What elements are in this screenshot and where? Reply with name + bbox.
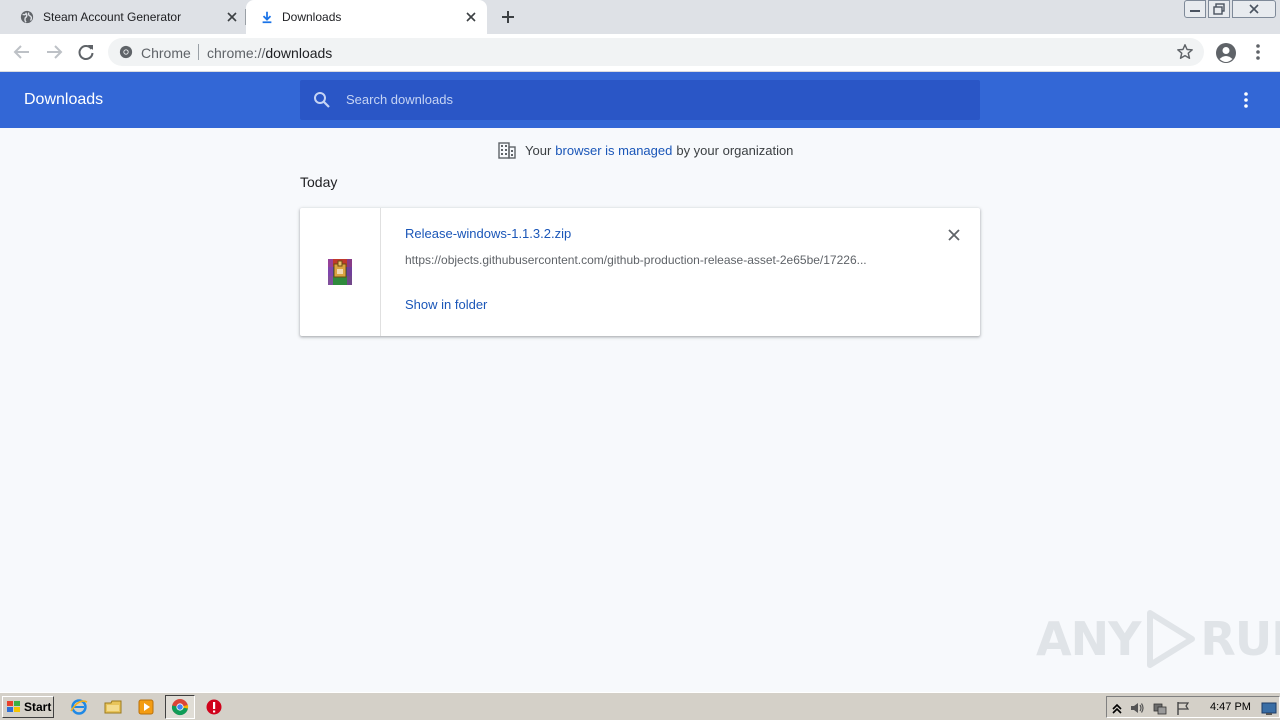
start-button[interactable]: Start	[2, 696, 54, 718]
close-icon	[1249, 4, 1259, 14]
url-scheme: chrome://	[207, 45, 266, 61]
minimize-icon	[1190, 10, 1200, 12]
media-player-icon[interactable]	[137, 698, 155, 716]
restore-button[interactable]	[1208, 0, 1230, 18]
file-icon-column	[300, 208, 381, 336]
action-center-flag-icon[interactable]	[1175, 700, 1191, 716]
omnibox-separator	[198, 44, 199, 60]
download-icon	[262, 11, 272, 24]
watermark-right-text: RUN	[1200, 612, 1280, 666]
play-logo-icon	[1147, 610, 1196, 668]
network-icon[interactable]	[1152, 700, 1168, 716]
chrome-icon	[119, 45, 133, 59]
date-heading: Today	[300, 174, 338, 190]
search-icon	[314, 92, 330, 108]
browser-toolbar: Chrome chrome://downloads	[0, 34, 1280, 72]
tab-downloads[interactable]: Downloads	[246, 0, 487, 34]
address-bar[interactable]: Chrome chrome://downloads	[108, 38, 1204, 66]
show-desktop-icon[interactable]	[1261, 701, 1277, 717]
more-menu-icon[interactable]	[1250, 42, 1266, 62]
tab-steam-account-generator[interactable]: Steam Account Generator	[0, 0, 245, 34]
reload-icon[interactable]	[76, 42, 96, 62]
anyrun-watermark: ANY RUN	[1036, 607, 1280, 671]
tab-title: Steam Account Generator	[43, 10, 182, 24]
file-explorer-icon[interactable]	[104, 698, 122, 716]
windows-logo-icon	[7, 701, 20, 712]
internet-explorer-icon[interactable]	[70, 698, 88, 716]
download-item-card: Release-windows-1.1.3.2.zip https://obje…	[300, 208, 980, 336]
building-icon	[498, 142, 516, 159]
forward-arrow-icon[interactable]	[44, 42, 64, 62]
page-title: Downloads	[24, 91, 104, 108]
chrome-taskbar-button[interactable]	[165, 695, 195, 719]
volume-icon[interactable]	[1129, 700, 1145, 716]
tab-strip: Steam Account Generator Downloads	[0, 0, 1280, 34]
tab-title: Downloads	[282, 10, 342, 24]
remove-download-icon[interactable]	[945, 226, 963, 244]
profile-avatar-icon[interactable]	[1215, 42, 1237, 64]
url-host: downloads	[265, 45, 333, 61]
file-name-link[interactable]: Release-windows-1.1.3.2.zip	[405, 226, 571, 241]
close-tab-icon[interactable]	[463, 9, 479, 25]
close-window-button[interactable]	[1232, 0, 1276, 18]
search-downloads-input[interactable]: Search downloads	[300, 80, 980, 120]
bookmark-star-icon[interactable]	[1176, 43, 1194, 61]
globe-icon	[20, 10, 34, 24]
system-tray: 4:47 PM	[1106, 696, 1280, 718]
minimize-button[interactable]	[1184, 0, 1206, 18]
url-text: chrome://downloads	[207, 45, 332, 61]
winrar-archive-icon	[328, 259, 352, 285]
restore-icon	[1213, 3, 1225, 15]
site-label: Chrome	[141, 45, 191, 61]
show-in-folder-link[interactable]: Show in folder	[405, 297, 487, 312]
stop-sign-icon[interactable]	[205, 698, 223, 716]
back-arrow-icon[interactable]	[12, 42, 32, 62]
windows-taskbar: Start 4:47 PM	[0, 692, 1280, 720]
managed-text-before: Your	[525, 142, 552, 158]
taskbar-clock: 4:47 PM	[1210, 701, 1251, 713]
managed-link[interactable]: browser is managed	[555, 143, 672, 158]
managed-notice: Your browser is managed by your organiza…	[498, 141, 793, 159]
new-tab-icon[interactable]	[500, 9, 516, 25]
chrome-icon	[171, 699, 189, 716]
watermark-left-text: ANY	[1036, 612, 1141, 666]
downloads-header: Downloads Search downloads	[0, 72, 1280, 128]
start-label: Start	[24, 700, 52, 714]
file-source-url: https://objects.githubusercontent.com/gi…	[405, 253, 867, 267]
search-placeholder: Search downloads	[346, 92, 453, 107]
show-hidden-icons-icon[interactable]	[1109, 700, 1125, 716]
downloads-menu-icon[interactable]	[1238, 90, 1254, 110]
close-tab-icon[interactable]	[224, 9, 240, 25]
managed-text-after: by your organization	[676, 142, 794, 158]
